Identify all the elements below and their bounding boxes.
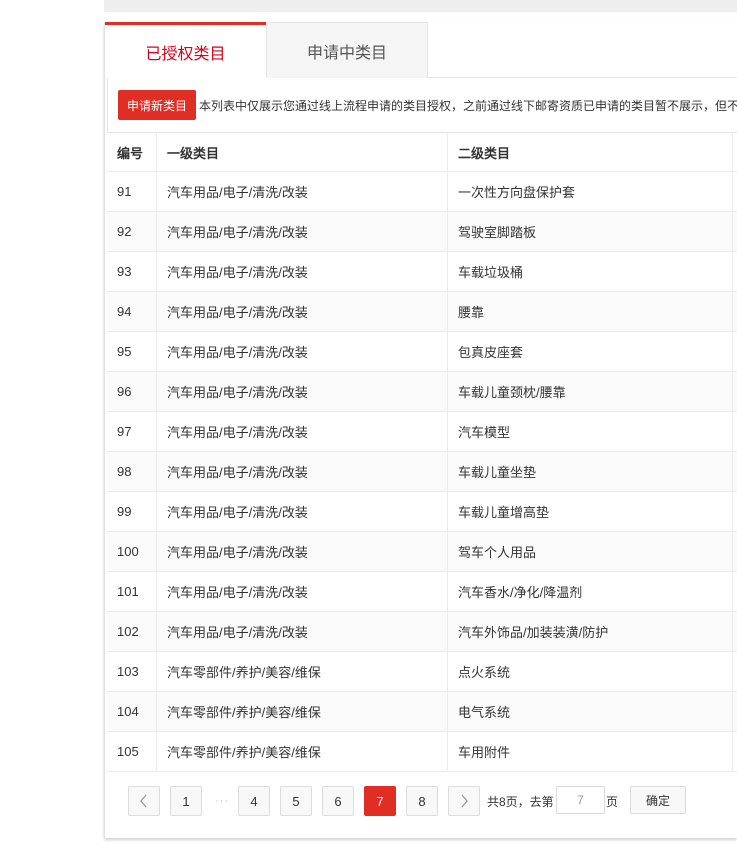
row-level1-cell: 汽车零部件/养护/美容/维保 bbox=[157, 652, 448, 691]
row-level1-cell: 汽车用品/电子/清洗/改装 bbox=[157, 452, 448, 491]
chevron-right-icon bbox=[461, 794, 468, 808]
page-button-4[interactable]: 4 bbox=[238, 786, 270, 816]
header-level1: 一级类目 bbox=[157, 133, 448, 171]
row-id-cell: 98 bbox=[107, 452, 157, 491]
notice-text: 本列表中仅展示您通过线上流程申请的类目授权，之前通过线下邮寄资质已申请的类目暂不… bbox=[199, 98, 737, 113]
table-row: 92 汽车用品/电子/清洗/改装 驾驶室脚踏板 bbox=[107, 212, 737, 252]
table-row: 104 汽车零部件/养护/美容/维保 电气系统 bbox=[107, 692, 737, 732]
row-level2-cell: 车用附件 bbox=[448, 732, 733, 771]
table-row: 99 汽车用品/电子/清洗/改装 车载儿童增高垫 bbox=[107, 492, 737, 532]
row-id-cell: 97 bbox=[107, 412, 157, 451]
row-level1-cell: 汽车用品/电子/清洗/改装 bbox=[157, 252, 448, 291]
page-unit-label: 页 bbox=[606, 794, 619, 809]
row-id-cell: 100 bbox=[107, 532, 157, 571]
next-page-button[interactable] bbox=[448, 786, 480, 816]
row-id-cell: 105 bbox=[107, 732, 157, 771]
page-button-7-current[interactable]: 7 bbox=[364, 786, 396, 816]
toolbar: 申请新类目 本列表中仅展示您通过线上流程申请的类目授权，之前通过线下邮寄资质已申… bbox=[107, 78, 737, 132]
table-row: 105 汽车零部件/养护/美容/维保 车用附件 bbox=[107, 732, 737, 772]
goto-page-input[interactable] bbox=[556, 786, 605, 814]
row-id-cell: 104 bbox=[107, 692, 157, 731]
row-level2-cell: 驾驶室脚踏板 bbox=[448, 212, 733, 251]
page-ellipsis: ··· bbox=[215, 795, 229, 807]
row-level1-cell: 汽车用品/电子/清洗/改装 bbox=[157, 172, 448, 211]
row-level2-cell: 包真皮座套 bbox=[448, 332, 733, 371]
tab-applying-categories[interactable]: 申请中类目 bbox=[266, 22, 428, 78]
table-row: 102 汽车用品/电子/清洗/改装 汽车外饰品/加装装潢/防护 bbox=[107, 612, 737, 652]
top-bar bbox=[104, 0, 737, 12]
table-row: 98 汽车用品/电子/清洗/改装 车载儿童坐垫 bbox=[107, 452, 737, 492]
row-level2-cell: 车载儿童坐垫 bbox=[448, 452, 733, 491]
row-id-cell: 91 bbox=[107, 172, 157, 211]
row-level2-cell: 汽车香水/净化/降温剂 bbox=[448, 572, 733, 611]
row-id-cell: 99 bbox=[107, 492, 157, 531]
table-header-row: 编号 一级类目 二级类目 bbox=[107, 133, 737, 172]
goto-confirm-button[interactable]: 确定 bbox=[630, 786, 686, 814]
row-level1-cell: 汽车用品/电子/清洗/改装 bbox=[157, 572, 448, 611]
category-panel: 已授权类目 申请中类目 申请新类目 本列表中仅展示您通过线上流程申请的类目授权，… bbox=[104, 22, 737, 838]
row-level1-cell: 汽车用品/电子/清洗/改装 bbox=[157, 332, 448, 371]
prev-page-button[interactable] bbox=[128, 786, 160, 816]
row-level2-cell: 点火系统 bbox=[448, 652, 733, 691]
table-row: 95 汽车用品/电子/清洗/改装 包真皮座套 bbox=[107, 332, 737, 372]
row-id-cell: 101 bbox=[107, 572, 157, 611]
row-level1-cell: 汽车零部件/养护/美容/维保 bbox=[157, 692, 448, 731]
row-level2-cell: 车载儿童颈枕/腰靠 bbox=[448, 372, 733, 411]
row-level1-cell: 汽车用品/电子/清洗/改装 bbox=[157, 412, 448, 451]
table-row: 91 汽车用品/电子/清洗/改装 一次性方向盘保护套 bbox=[107, 172, 737, 212]
row-level1-cell: 汽车零部件/养护/美容/维保 bbox=[157, 732, 448, 771]
row-id-cell: 103 bbox=[107, 652, 157, 691]
tab-authorized-categories[interactable]: 已授权类目 bbox=[105, 22, 266, 78]
tab-authorized-label: 已授权类目 bbox=[145, 45, 226, 63]
row-level1-cell: 汽车用品/电子/清洗/改装 bbox=[157, 612, 448, 651]
row-level2-cell: 腰靠 bbox=[448, 292, 733, 331]
category-table: 编号 一级类目 二级类目 91 汽车用品/电子/清洗/改装 一次性方向盘保护套 92 汽… bbox=[107, 132, 737, 772]
header-id: 编号 bbox=[107, 133, 157, 171]
pagination: 1 ··· 4 5 6 7 8 共8页，去第 页 确定 bbox=[105, 770, 737, 838]
row-level2-cell: 一次性方向盘保护套 bbox=[448, 172, 733, 211]
row-id-cell: 95 bbox=[107, 332, 157, 371]
page-button-5[interactable]: 5 bbox=[280, 786, 312, 816]
row-level1-cell: 汽车用品/电子/清洗/改装 bbox=[157, 212, 448, 251]
apply-new-category-button[interactable]: 申请新类目 bbox=[118, 90, 197, 120]
row-level2-cell: 汽车外饰品/加装装潢/防护 bbox=[448, 612, 733, 651]
total-pages-text: 共8页，去第 bbox=[487, 794, 554, 809]
tab-applying-label: 申请中类目 bbox=[306, 44, 387, 62]
row-level1-cell: 汽车用品/电子/清洗/改装 bbox=[157, 532, 448, 571]
row-id-cell: 92 bbox=[107, 212, 157, 251]
table-row: 97 汽车用品/电子/清洗/改装 汽车模型 bbox=[107, 412, 737, 452]
table-row: 100 汽车用品/电子/清洗/改装 驾车个人用品 bbox=[107, 532, 737, 572]
table-row: 93 汽车用品/电子/清洗/改装 车载垃圾桶 bbox=[107, 252, 737, 292]
row-level1-cell: 汽车用品/电子/清洗/改装 bbox=[157, 292, 448, 331]
row-id-cell: 94 bbox=[107, 292, 157, 331]
page-button-6[interactable]: 6 bbox=[322, 786, 354, 816]
row-level2-cell: 电气系统 bbox=[448, 692, 733, 731]
table-row: 96 汽车用品/电子/清洗/改装 车载儿童颈枕/腰靠 bbox=[107, 372, 737, 412]
page-button-8[interactable]: 8 bbox=[406, 786, 438, 816]
tab-bar: 已授权类目 申请中类目 bbox=[105, 22, 737, 78]
row-level1-cell: 汽车用品/电子/清洗/改装 bbox=[157, 492, 448, 531]
row-id-cell: 102 bbox=[107, 612, 157, 651]
row-id-cell: 93 bbox=[107, 252, 157, 291]
table-row: 94 汽车用品/电子/清洗/改装 腰靠 bbox=[107, 292, 737, 332]
row-level2-cell: 车载垃圾桶 bbox=[448, 252, 733, 291]
row-level2-cell: 汽车模型 bbox=[448, 412, 733, 451]
row-id-cell: 96 bbox=[107, 372, 157, 411]
page-button-1[interactable]: 1 bbox=[170, 786, 202, 816]
row-level1-cell: 汽车用品/电子/清洗/改装 bbox=[157, 372, 448, 411]
header-level2: 二级类目 bbox=[448, 133, 733, 171]
table-row: 101 汽车用品/电子/清洗/改装 汽车香水/净化/降温剂 bbox=[107, 572, 737, 612]
table-row: 103 汽车零部件/养护/美容/维保 点火系统 bbox=[107, 652, 737, 692]
chevron-left-icon bbox=[140, 794, 147, 808]
row-level2-cell: 车载儿童增高垫 bbox=[448, 492, 733, 531]
row-level2-cell: 驾车个人用品 bbox=[448, 532, 733, 571]
